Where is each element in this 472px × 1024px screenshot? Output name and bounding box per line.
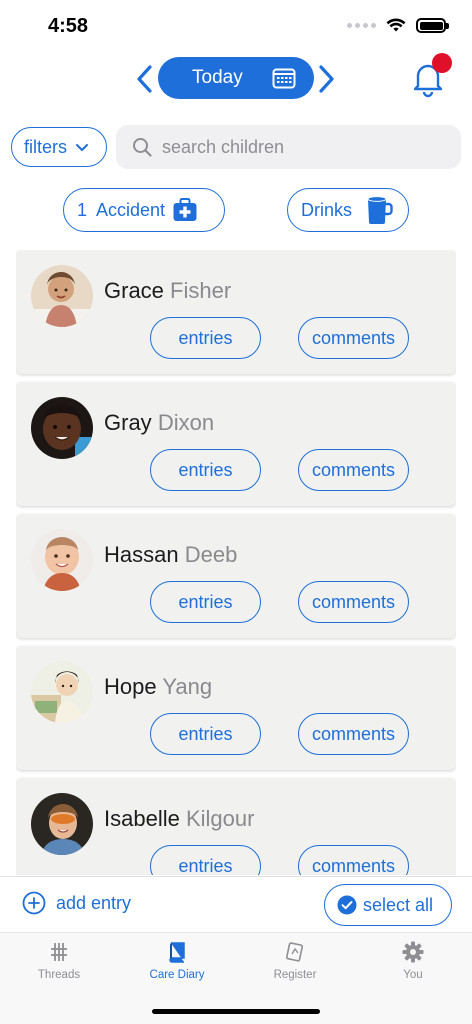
date-picker-button[interactable]: Today — [158, 57, 314, 99]
tab-label: You — [403, 969, 423, 981]
home-indicator — [152, 1009, 320, 1014]
avatar[interactable] — [31, 793, 93, 855]
cup-icon — [366, 195, 394, 225]
tab-label: Register — [273, 969, 317, 981]
child-card: Hassan Deeb entries comments — [16, 514, 456, 638]
comments-button[interactable]: comments — [298, 713, 409, 755]
gear-icon — [402, 941, 424, 963]
tab-bar: Threads Care Diary Register You — [0, 932, 472, 1024]
tab-you[interactable]: You — [354, 941, 472, 981]
child-name: Hope Yang — [104, 674, 212, 700]
child-card: Grace Fisher entries comments — [16, 250, 456, 374]
book-icon — [169, 942, 185, 963]
select-all-label: select all — [363, 894, 434, 915]
child-last-name: Fisher — [170, 278, 232, 303]
child-card: Gray Dixon entries comments — [16, 382, 456, 506]
child-name: Gray Dixon — [104, 410, 214, 436]
tab-care-diary[interactable]: Care Diary — [118, 941, 236, 981]
avatar[interactable] — [31, 661, 93, 723]
entries-button[interactable]: entries — [150, 845, 261, 875]
tab-label: Threads — [37, 969, 81, 981]
children-list[interactable]: Grace Fisher entries comments Gray Dixon… — [16, 250, 456, 875]
comments-button[interactable]: comments — [298, 449, 409, 491]
child-name: Isabelle Kilgour — [104, 806, 254, 832]
child-last-name: Yang — [162, 674, 213, 699]
filters-label: filters — [24, 136, 68, 157]
chip-label: 1 Accident — [77, 199, 166, 220]
child-first-name: Hope — [104, 674, 157, 699]
search-input[interactable]: search children — [116, 125, 461, 169]
action-bar: add entry select all — [0, 876, 472, 932]
entries-button[interactable]: entries — [150, 317, 261, 359]
entries-button[interactable]: entries — [150, 449, 261, 491]
signal-icon — [347, 23, 376, 28]
child-card: Isabelle Kilgour entries comments — [16, 778, 456, 875]
status-bar: 4:58 — [0, 0, 472, 56]
notification-badge — [432, 53, 452, 73]
child-name: Grace Fisher — [104, 278, 231, 304]
checkmark-circle-icon — [337, 895, 357, 915]
wifi-icon — [386, 18, 406, 32]
calendar-icon — [272, 68, 296, 89]
date-label: Today — [192, 67, 243, 88]
battery-icon — [416, 18, 449, 33]
child-card: Hope Yang entries comments — [16, 646, 456, 770]
status-icons — [347, 18, 449, 33]
child-first-name: Grace — [104, 278, 164, 303]
drinks-filter-chip[interactable]: Drinks — [287, 188, 409, 232]
select-all-button[interactable]: select all — [324, 884, 452, 926]
child-last-name: Deeb — [184, 542, 238, 567]
register-icon — [285, 942, 304, 962]
child-last-name: Kilgour — [185, 806, 255, 831]
chevron-right-icon[interactable] — [313, 62, 341, 96]
status-time: 4:58 — [48, 15, 89, 37]
comments-button[interactable]: comments — [298, 845, 409, 875]
child-first-name: Isabelle — [104, 806, 180, 831]
avatar[interactable] — [31, 529, 93, 591]
plus-circle-icon — [22, 891, 46, 915]
date-navigator: Today — [0, 56, 472, 102]
child-first-name: Gray — [104, 410, 152, 435]
tab-label: Care Diary — [149, 969, 205, 981]
chevron-left-icon[interactable] — [130, 62, 158, 96]
child-last-name: Dixon — [157, 410, 215, 435]
avatar[interactable] — [31, 397, 93, 459]
comments-button[interactable]: comments — [298, 581, 409, 623]
chip-label: Drinks — [301, 199, 353, 220]
tab-threads[interactable]: Threads — [0, 941, 118, 981]
entries-button[interactable]: entries — [150, 713, 261, 755]
first-aid-kit-icon — [172, 197, 198, 223]
search-icon — [133, 138, 152, 157]
search-placeholder: search children — [162, 136, 285, 157]
add-entry-button[interactable]: add entry — [22, 891, 131, 915]
child-first-name: Hassan — [104, 542, 179, 567]
entries-button[interactable]: entries — [150, 581, 261, 623]
avatar[interactable] — [31, 265, 93, 327]
accident-filter-chip[interactable]: 1 Accident — [63, 188, 225, 232]
comments-button[interactable]: comments — [298, 317, 409, 359]
filters-button[interactable]: filters — [11, 127, 107, 167]
add-entry-label: add entry — [56, 892, 132, 913]
child-name: Hassan Deeb — [104, 542, 237, 568]
chevron-down-icon — [76, 143, 89, 151]
tab-register[interactable]: Register — [236, 941, 354, 981]
hashtag-icon — [51, 943, 67, 961]
